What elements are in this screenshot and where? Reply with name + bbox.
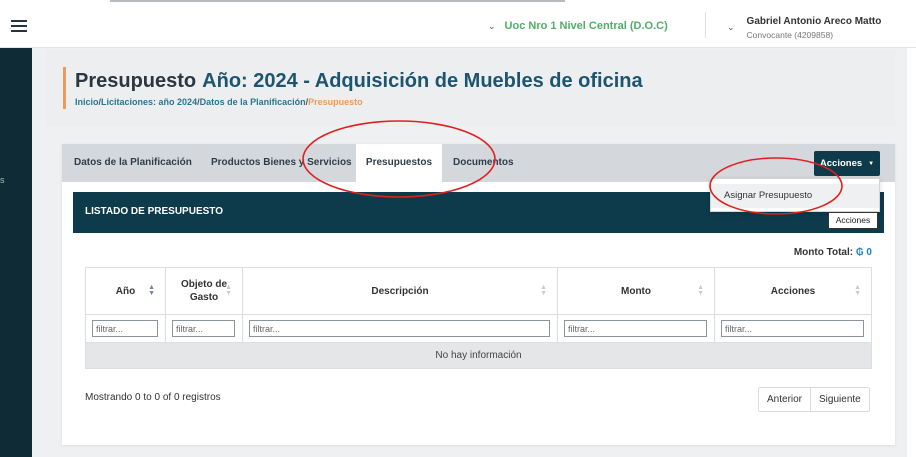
user-menu[interactable]: ⌄ Gabriel Antonio Areco Matto Convocante… bbox=[727, 16, 881, 40]
filter-input-objeto[interactable] bbox=[172, 320, 235, 337]
caret-down-icon: ▼ bbox=[868, 160, 875, 167]
filter-cell bbox=[85, 315, 165, 343]
page-title-year: Año: 2024 - Adquisición de Muebles de of… bbox=[202, 70, 643, 92]
tab-presupuestos[interactable]: Presupuestos bbox=[356, 144, 442, 182]
column-header-objeto[interactable]: Objeto de Gasto ▲ ▼ bbox=[165, 267, 242, 315]
filter-cell bbox=[714, 315, 872, 343]
table-header-row: Año ▲ ▼ Objeto de Gasto ▲ ▼ Descripción ▲ ▼… bbox=[85, 267, 872, 315]
filter-cell bbox=[242, 315, 557, 343]
page-header: Presupuesto Año: 2024 - Adquisición de Mu… bbox=[46, 50, 895, 126]
actions-tooltip: Acciones bbox=[828, 212, 878, 229]
header-divider bbox=[705, 12, 706, 38]
top-divider-line bbox=[110, 0, 565, 2]
sort-icon: ▲ ▼ bbox=[148, 284, 155, 297]
column-anio-label: Año bbox=[115, 285, 136, 297]
chevron-down-icon: ⌄ bbox=[727, 22, 735, 32]
column-descripcion-label: Descripción bbox=[371, 285, 429, 297]
menu-item-asignar-presupuesto[interactable]: Asignar Presupuesto bbox=[711, 184, 879, 208]
page-title: Presupuesto Año: 2024 - Adquisición de Mu… bbox=[75, 70, 643, 93]
breadcrumb-licitaciones[interactable]: Licitaciones: año 2024 bbox=[101, 97, 197, 107]
sidebar-fragment: s bbox=[0, 175, 5, 185]
sort-icon: ▲ ▼ bbox=[854, 284, 861, 297]
column-monto-label: Monto bbox=[621, 285, 651, 297]
chevron-down-icon: ⌄ bbox=[488, 20, 496, 31]
tab-documentos[interactable]: Documentos bbox=[453, 144, 514, 182]
records-info: Mostrando 0 to 0 of 0 registros bbox=[85, 392, 221, 403]
column-header-monto[interactable]: Monto ▲ ▼ bbox=[557, 267, 714, 315]
filter-cell bbox=[557, 315, 714, 343]
tab-datos-planificacion[interactable]: Datos de la Planificación bbox=[74, 144, 192, 182]
breadcrumb-planificacion[interactable]: Datos de la Planificación bbox=[200, 97, 306, 107]
presupuesto-panel: LISTADO DE PRESUPUESTO Monto Total: ₲ 0 … bbox=[73, 192, 884, 427]
column-header-acciones[interactable]: Acciones ▲ ▼ bbox=[714, 267, 872, 315]
user-name: Gabriel Antonio Areco Matto bbox=[746, 16, 882, 27]
column-objeto-label: Objeto de Gasto bbox=[180, 279, 228, 303]
filter-input-descripcion[interactable] bbox=[249, 320, 550, 337]
monto-label: Monto Total: bbox=[793, 247, 854, 258]
panel-title: LISTADO DE PRESUPUESTO bbox=[85, 206, 223, 217]
top-bar: ⌄ Uoc Nro 1 Nivel Central (D.O.C) ⌄ Gabr… bbox=[0, 0, 916, 48]
breadcrumb-current: Presupuesto bbox=[308, 97, 363, 107]
breadcrumb: Inicio/Licitaciones: año 2024/Datos de l… bbox=[75, 97, 363, 107]
unit-selector[interactable]: ⌄ Uoc Nro 1 Nivel Central (D.O.C) bbox=[488, 20, 668, 32]
monto-value: ₲ 0 bbox=[855, 247, 872, 258]
sort-icon: ▲ ▼ bbox=[225, 284, 232, 297]
page-title-main: Presupuesto bbox=[75, 70, 197, 92]
filter-row bbox=[85, 315, 872, 343]
left-sidebar: s bbox=[0, 48, 32, 457]
sort-icon: ▲ ▼ bbox=[697, 284, 704, 297]
actions-button[interactable]: Acciones ▼ bbox=[814, 151, 880, 176]
column-header-descripcion[interactable]: Descripción ▲ ▼ bbox=[242, 267, 557, 315]
actions-button-label: Acciones bbox=[819, 158, 863, 169]
filter-cell bbox=[165, 315, 242, 343]
prev-page-button[interactable]: Anterior bbox=[759, 388, 810, 411]
column-acciones-label: Acciones bbox=[770, 285, 816, 297]
right-edge bbox=[907, 48, 916, 457]
header-accent-bar bbox=[63, 67, 66, 109]
empty-row: No hay información bbox=[85, 343, 872, 369]
filter-input-anio[interactable] bbox=[92, 320, 158, 337]
hamburger-menu-icon[interactable] bbox=[11, 20, 27, 32]
filter-input-monto[interactable] bbox=[564, 320, 707, 337]
actions-dropdown-menu: Asignar Presupuesto bbox=[710, 178, 880, 212]
sort-icon: ▲ ▼ bbox=[540, 284, 547, 297]
tabs-bar: Datos de la Planificación Productos Bien… bbox=[62, 144, 895, 182]
filter-input-acciones[interactable] bbox=[721, 320, 864, 337]
unit-label: Uoc Nro 1 Nivel Central (D.O.C) bbox=[504, 20, 668, 32]
tab-productos[interactable]: Productos Bienes y Servicios bbox=[211, 144, 352, 182]
next-page-button[interactable]: Siguiente bbox=[810, 388, 869, 411]
monto-total: Monto Total: ₲ 0 bbox=[794, 247, 872, 258]
breadcrumb-inicio[interactable]: Inicio bbox=[75, 97, 99, 107]
column-header-anio[interactable]: Año ▲ ▼ bbox=[85, 267, 165, 315]
pagination: Anterior Siguiente bbox=[758, 387, 870, 412]
user-role: Convocante (4209858) bbox=[746, 30, 834, 40]
